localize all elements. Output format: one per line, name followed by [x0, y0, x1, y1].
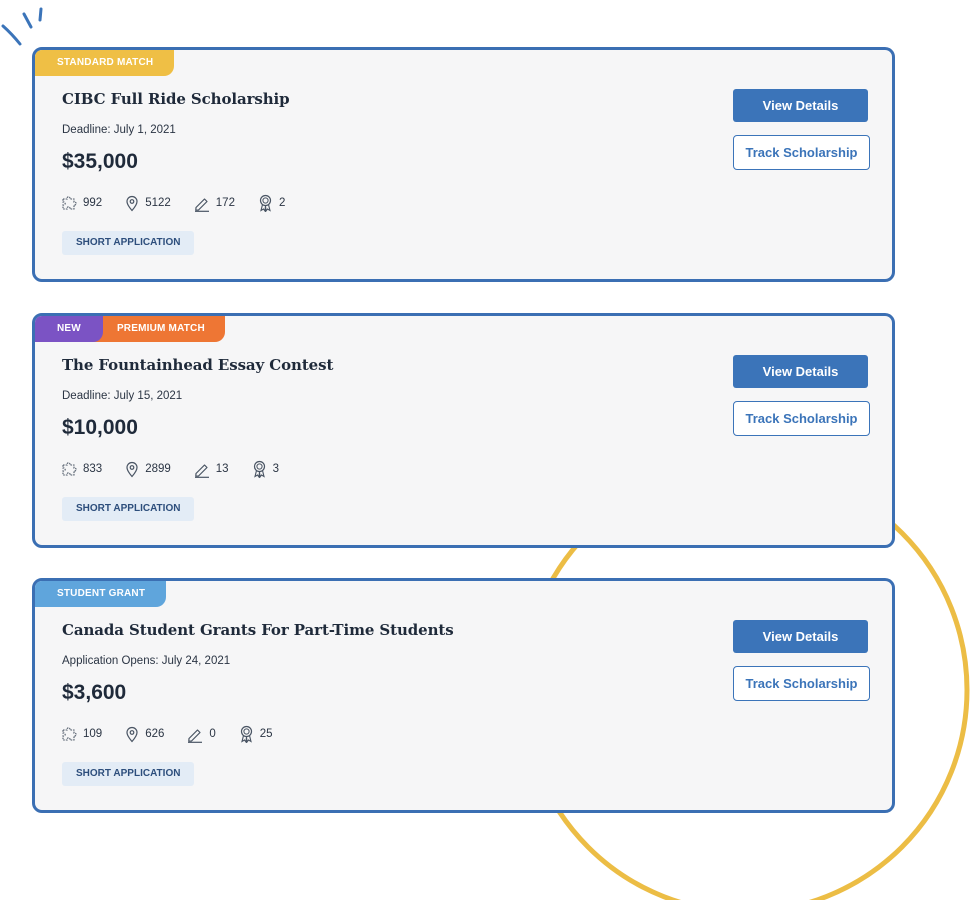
award-ribbon-icon: [240, 725, 252, 743]
award-amount: $3,600: [62, 681, 127, 704]
essays-count: 172: [215, 197, 235, 209]
scholarship-card: STANDARD MATCH CIBC Full Ride Scholarshi…: [32, 47, 895, 282]
location-stat: 2899: [124, 461, 171, 478]
scholarship-card: STUDENT GRANT Canada Student Grants For …: [32, 578, 895, 813]
track-scholarship-button[interactable]: Track Scholarship: [733, 135, 870, 170]
pencil-icon: [188, 728, 203, 743]
badge-group: STUDENT GRANT: [35, 581, 167, 607]
location-count: 5122: [145, 197, 171, 209]
pencil-icon: [194, 463, 209, 478]
essays-stat: 172: [193, 195, 235, 212]
location-stat: 5122: [124, 195, 171, 212]
applicants-count: 833: [83, 463, 103, 475]
location-count: 626: [145, 728, 165, 740]
scholarship-title[interactable]: Canada Student Grants For Part-Time Stud…: [62, 621, 454, 639]
deadline-text: Application Opens: July 24, 2021: [62, 655, 231, 667]
essays-stat: 0: [186, 726, 216, 743]
badge-group: STANDARD MATCH: [35, 50, 175, 76]
applicants-stat: 992: [61, 195, 102, 212]
stats-row: 833 2899 13 3: [61, 460, 301, 478]
location-pin-icon: [126, 726, 138, 742]
deadline-text: Deadline: July 15, 2021: [62, 390, 183, 402]
award-ribbon-icon: [259, 194, 272, 212]
application-type-tag: SHORT APPLICATION: [62, 497, 195, 521]
scholarship-title[interactable]: The Fountainhead Essay Contest: [62, 356, 333, 374]
view-details-button[interactable]: View Details: [733, 89, 868, 122]
stats-row: 109 626 0 25: [61, 725, 295, 743]
awards-stat: 25: [238, 725, 273, 743]
awards-stat: 2: [257, 194, 285, 212]
premium-match-badge: PREMIUM MATCH: [90, 316, 225, 342]
deadline-text: Deadline: July 1, 2021: [62, 124, 176, 136]
location-pin-icon: [126, 461, 138, 477]
pencil-icon: [194, 197, 209, 212]
applicants-stat: 109: [61, 726, 102, 743]
applicants-count: 109: [83, 728, 103, 740]
awards-count: 2: [278, 197, 286, 209]
applicants-count: 992: [83, 197, 103, 209]
view-details-button[interactable]: View Details: [733, 620, 868, 653]
badge-group: NEW PREMIUM MATCH: [35, 316, 225, 342]
puzzle-icon: [62, 461, 77, 476]
track-scholarship-button[interactable]: Track Scholarship: [733, 401, 870, 436]
award-amount: $10,000: [62, 416, 138, 439]
puzzle-icon: [62, 195, 77, 210]
applicants-stat: 833: [61, 461, 102, 478]
essays-stat: 13: [193, 461, 229, 478]
awards-stat: 3: [251, 460, 279, 478]
application-type-tag: SHORT APPLICATION: [62, 762, 195, 786]
student-grant-badge: STUDENT GRANT: [35, 581, 167, 607]
essays-count: 0: [209, 728, 216, 740]
location-pin-icon: [126, 195, 138, 211]
stats-row: 992 5122 172 2: [61, 194, 307, 212]
essays-count: 13: [215, 463, 229, 475]
puzzle-icon: [62, 726, 77, 741]
awards-count: 25: [259, 728, 273, 740]
award-ribbon-icon: [253, 460, 265, 478]
scholarship-card: NEW PREMIUM MATCH The Fountainhead Essay…: [32, 313, 895, 548]
standard-match-badge: STANDARD MATCH: [35, 50, 175, 76]
awards-count: 3: [272, 463, 279, 475]
award-amount: $35,000: [62, 150, 138, 173]
application-type-tag: SHORT APPLICATION: [62, 231, 195, 255]
location-stat: 626: [124, 726, 164, 743]
location-count: 2899: [145, 463, 171, 475]
decorative-sparkle-icon: [1, 7, 43, 46]
scholarship-title[interactable]: CIBC Full Ride Scholarship: [62, 90, 290, 108]
track-scholarship-button[interactable]: Track Scholarship: [733, 666, 870, 701]
new-badge: NEW: [35, 316, 103, 342]
view-details-button[interactable]: View Details: [733, 355, 868, 388]
